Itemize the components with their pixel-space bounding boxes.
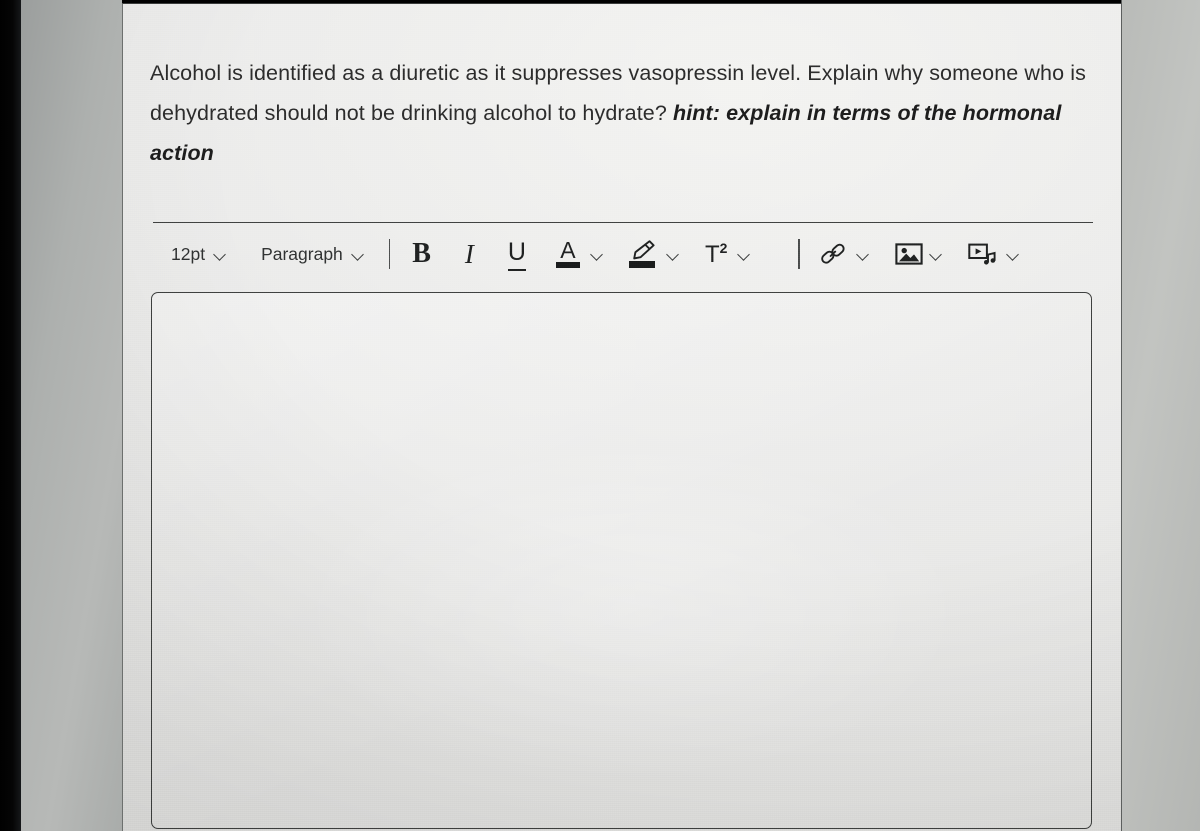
insert-link-control[interactable]: [820, 241, 870, 267]
font-size-value: 12pt: [171, 243, 206, 264]
question-page: Alcohol is identified as a diuretic as i…: [122, 3, 1122, 831]
page-right-edge-line: [1121, 0, 1122, 831]
surface-right: [1122, 0, 1200, 831]
superscript-icon[interactable]: T2: [705, 241, 727, 267]
font-size-dropdown[interactable]: 12pt: [171, 244, 227, 265]
highlight-color-control[interactable]: [628, 239, 680, 269]
underline-button[interactable]: U: [507, 236, 527, 273]
editor-toolbar: 12pt Paragraph B I U A T2: [171, 233, 1096, 275]
chevron-down-icon[interactable]: [857, 250, 870, 258]
insert-image-control[interactable]: [895, 242, 943, 266]
superscript-control[interactable]: T2: [705, 241, 751, 267]
superscript-base: T: [704, 241, 720, 268]
image-icon[interactable]: [895, 242, 923, 266]
text-color-icon[interactable]: A: [555, 237, 580, 269]
bold-button[interactable]: B: [412, 237, 431, 271]
answer-input[interactable]: [152, 293, 1091, 828]
media-icon[interactable]: [968, 242, 998, 267]
insert-media-control[interactable]: [968, 242, 1020, 267]
paragraph-format-dropdown[interactable]: Paragraph: [261, 244, 365, 265]
toolbar-divider: [798, 239, 800, 269]
toolbar-divider: [388, 239, 391, 269]
italic-button[interactable]: I: [465, 237, 474, 271]
photographed-screen-scene: Alcohol is identified as a diuretic as i…: [0, 0, 1200, 831]
chevron-down-icon: [352, 250, 365, 258]
screen-bezel-left: [0, 0, 21, 831]
chevron-down-icon[interactable]: [667, 250, 680, 258]
highlight-color-swatch: [628, 261, 655, 268]
text-color-control[interactable]: A: [555, 237, 604, 269]
chevron-down-icon[interactable]: [1007, 250, 1020, 258]
link-icon[interactable]: [820, 241, 846, 267]
highlighter-icon[interactable]: [628, 239, 656, 269]
surface-left: [21, 0, 122, 831]
superscript-exponent: 2: [719, 240, 728, 256]
toolbar-top-rule: [153, 222, 1093, 223]
chevron-down-icon[interactable]: [738, 250, 751, 258]
answer-textarea-box[interactable]: [151, 292, 1092, 829]
text-color-swatch: [555, 262, 580, 268]
text-color-letter: A: [560, 237, 576, 263]
chevron-down-icon[interactable]: [930, 250, 943, 258]
question-prompt: Alcohol is identified as a diuretic as i…: [150, 53, 1095, 173]
paragraph-format-value: Paragraph: [261, 243, 343, 264]
chevron-down-icon[interactable]: [591, 250, 604, 258]
chevron-down-icon: [214, 250, 227, 258]
